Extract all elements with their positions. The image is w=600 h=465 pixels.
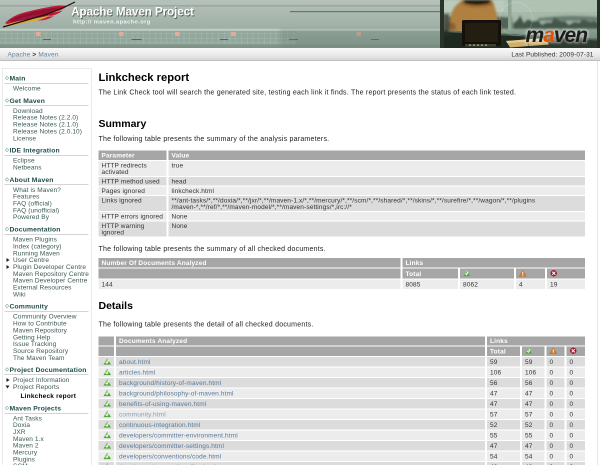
svg-text:http:// maven.apache.org: http:// maven.apache.org <box>73 20 151 26</box>
svg-text:Apache Maven Project: Apache Maven Project <box>71 7 194 19</box>
svg-text:maven: maven <box>526 24 588 47</box>
